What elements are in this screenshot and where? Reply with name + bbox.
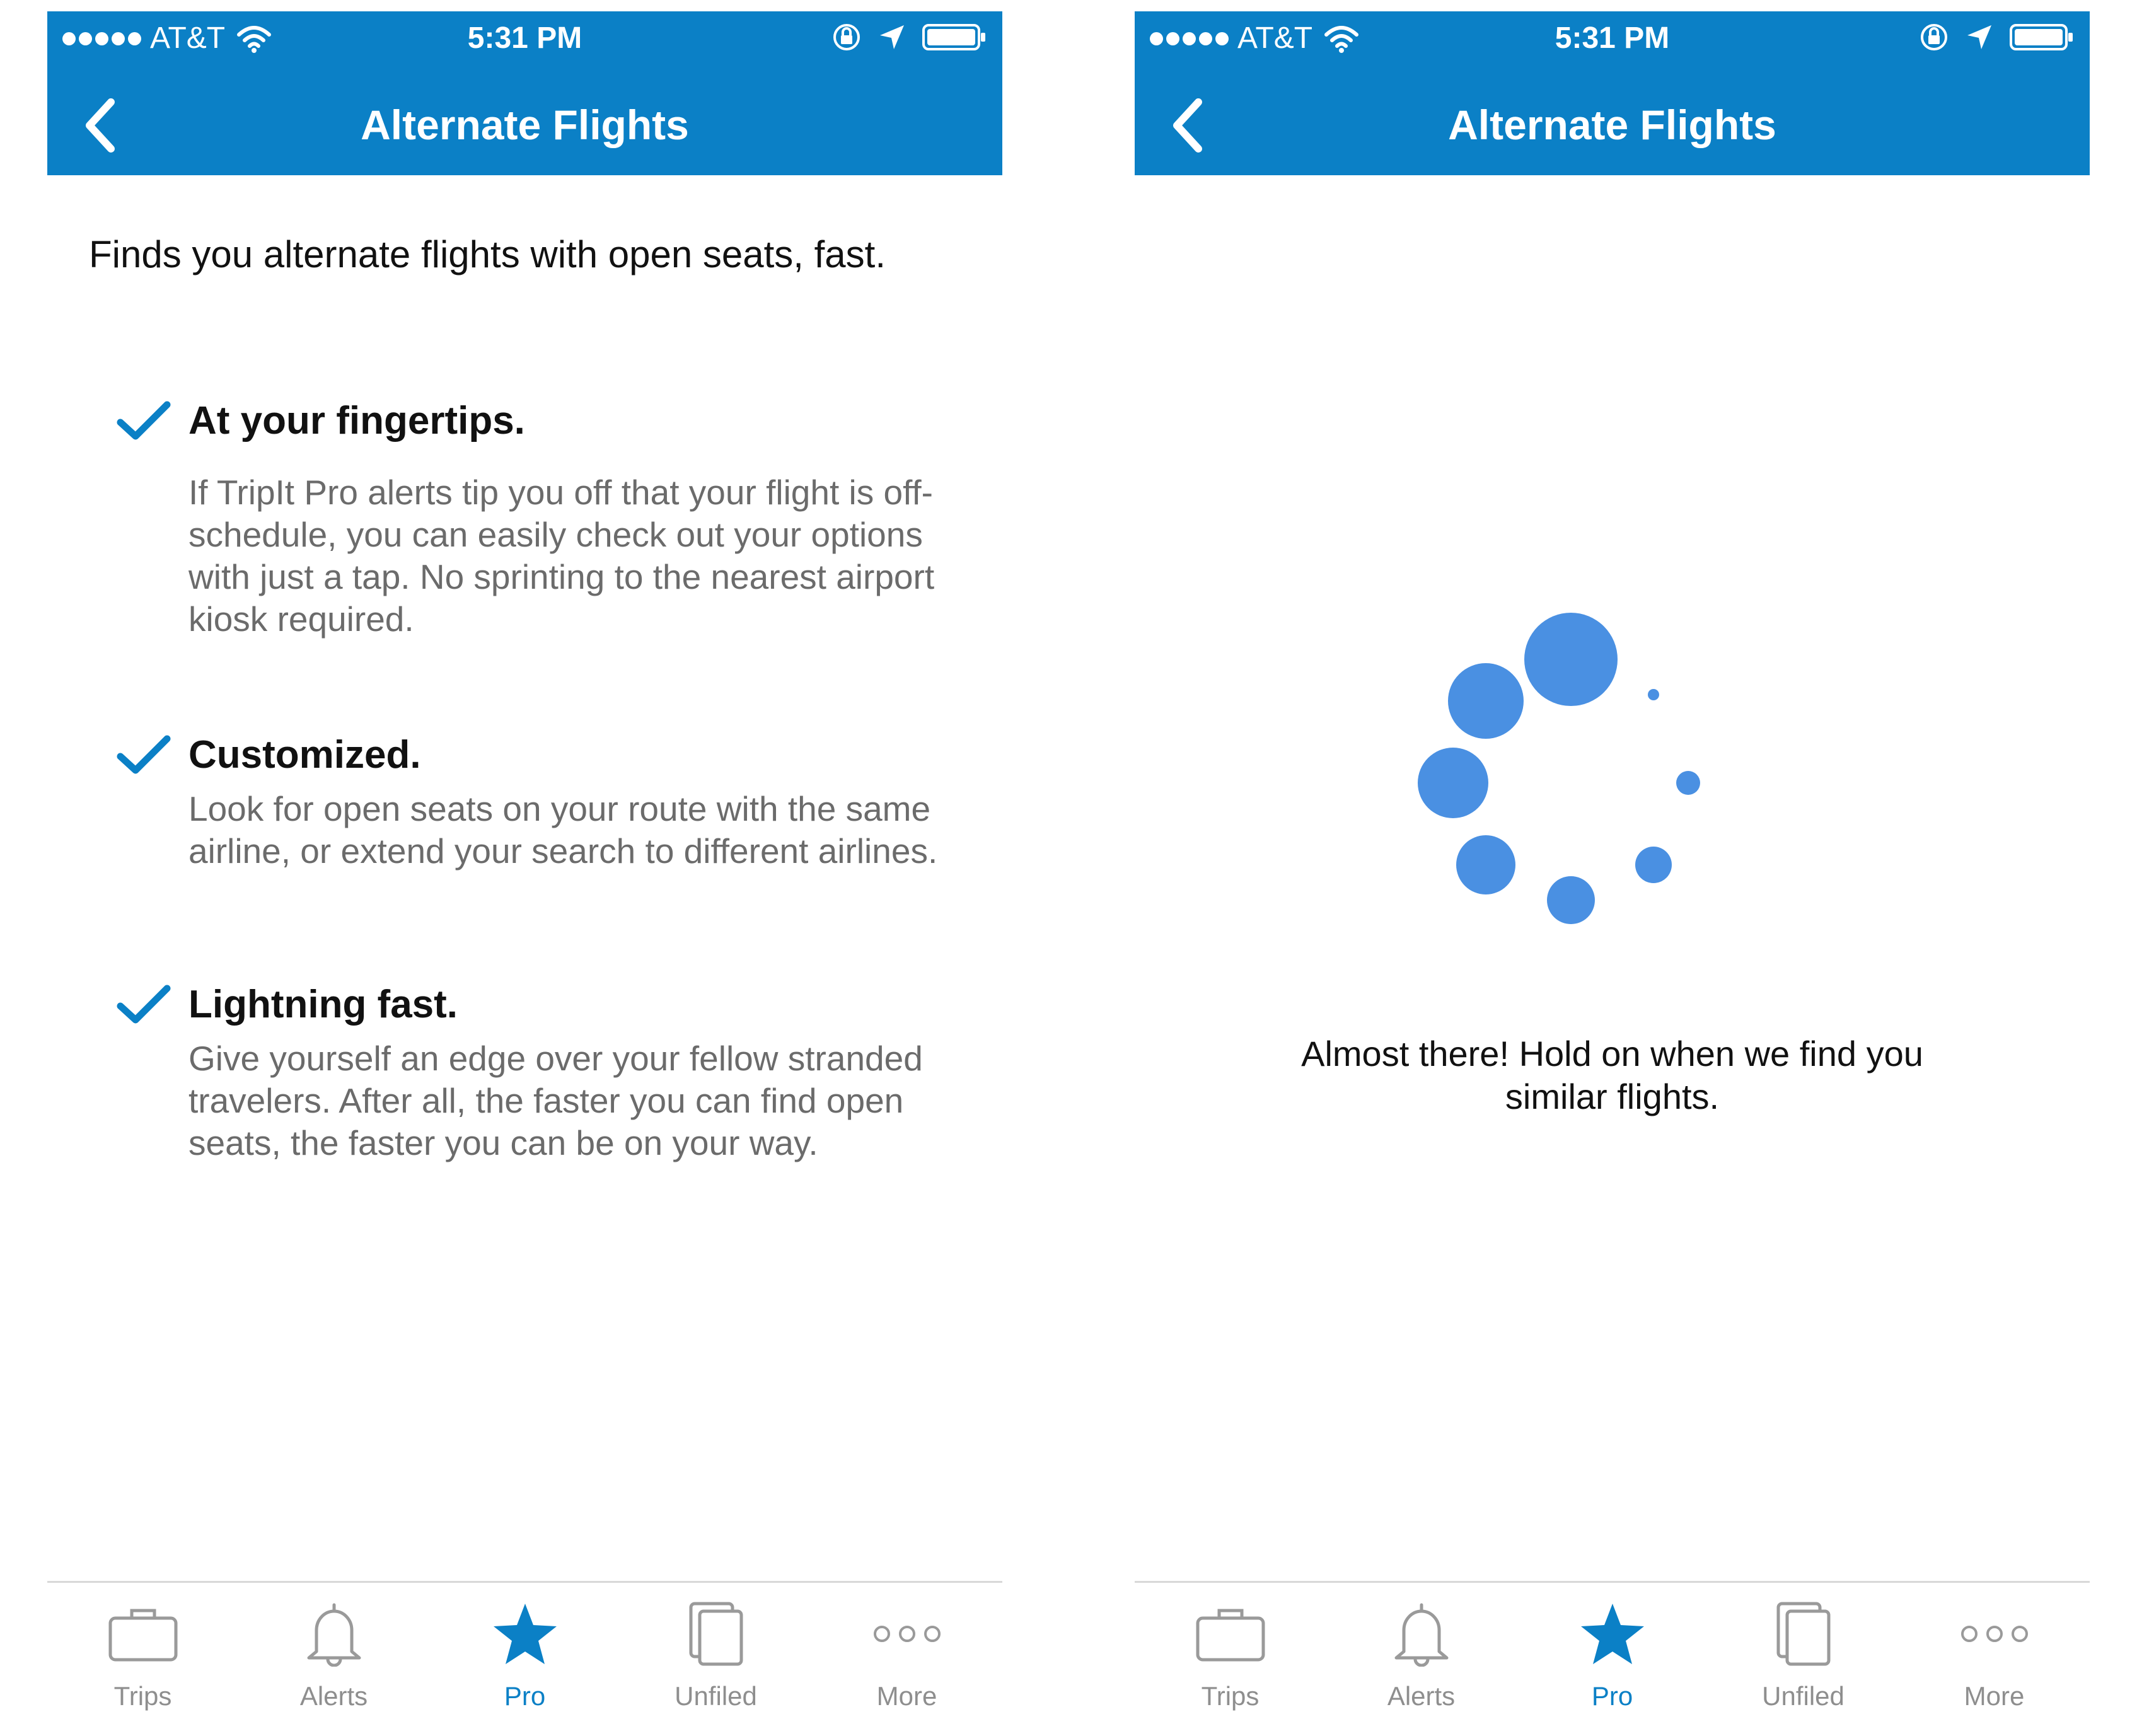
tab-more[interactable]: More <box>811 1583 1002 1736</box>
tab-label: Pro <box>504 1681 546 1711</box>
spinner-dot <box>1448 663 1524 739</box>
documents-icon <box>689 1602 743 1666</box>
tab-label: Trips <box>1201 1681 1260 1711</box>
tab-label: More <box>876 1681 937 1711</box>
tab-label: More <box>1964 1681 2025 1711</box>
tab-pro[interactable]: Pro <box>429 1583 620 1736</box>
checkmark-icon <box>117 401 171 440</box>
spinner-dot <box>1635 847 1672 883</box>
ellipsis-icon <box>873 1626 941 1642</box>
documents-icon <box>1776 1602 1830 1666</box>
tab-trips[interactable]: Trips <box>47 1583 238 1736</box>
spinner-dot <box>1648 689 1659 700</box>
app-header: AT&T 5:31 PM Alternate Flights <box>47 11 1002 175</box>
checkmark-icon <box>117 735 171 774</box>
feature-title: Lightning fast. <box>188 983 458 1026</box>
page-title: Alternate Flights <box>1448 101 1776 148</box>
app-header: AT&T 5:31 PM Alternate Flights <box>1135 11 2090 175</box>
briefcase-icon <box>1196 1609 1265 1662</box>
spinner-dot <box>1524 613 1618 706</box>
navigation-bar: Alternate Flights <box>1135 64 2090 175</box>
feature-description: If TripIt Pro alerts tip you off that yo… <box>188 473 935 639</box>
feature-item: At your fingertips. If TripIt Pro alerts… <box>117 396 987 640</box>
tab-label: Pro <box>1591 1681 1633 1711</box>
loading-message: Almost there! Hold on when we find you s… <box>1135 1033 2090 1118</box>
location-arrow-icon <box>1967 25 1991 49</box>
checkmark-icon <box>117 985 171 1024</box>
tab-bar: Trips Alerts Pro Unfiled More <box>1135 1581 2090 1736</box>
tab-label: Trips <box>113 1681 172 1711</box>
tab-alerts[interactable]: Alerts <box>238 1583 429 1736</box>
loading-spinner-icon <box>1418 613 1700 924</box>
spinner-dot <box>1418 748 1488 818</box>
screenshot-composite: AT&T 5:31 PM Alternate Flights Finds you… <box>0 0 2137 1736</box>
spinner-dot <box>1547 876 1595 924</box>
rotation-lock-icon <box>1921 24 1947 50</box>
battery-icon <box>922 24 985 50</box>
spinner-dot <box>1456 835 1515 894</box>
tab-label: Alerts <box>299 1681 368 1711</box>
page-title: Alternate Flights <box>361 101 689 148</box>
spinner-dot <box>1676 771 1700 795</box>
feature-title: Customized. <box>188 733 421 777</box>
feature-item: Lightning fast. Give yourself an edge ov… <box>117 980 987 1164</box>
feature-item: Customized. Look for open seats on your … <box>117 730 987 872</box>
phone-screen-info: AT&T 5:31 PM Alternate Flights Finds you… <box>47 11 1002 1736</box>
star-icon <box>493 1604 557 1664</box>
tab-pro[interactable]: Pro <box>1517 1583 1708 1736</box>
ellipsis-icon <box>1960 1626 2028 1642</box>
tab-label: Alerts <box>1387 1681 1456 1711</box>
phone-screen-loading: AT&T 5:31 PM Alternate Flights Almost th… <box>1135 11 2090 1736</box>
tab-trips[interactable]: Trips <box>1135 1583 1326 1736</box>
tab-unfiled[interactable]: Unfiled <box>1708 1583 1899 1736</box>
tab-bar: Trips Alerts Pro Unfiled More <box>47 1581 1002 1736</box>
bell-icon <box>1394 1603 1448 1667</box>
status-bar: AT&T 5:31 PM <box>47 11 1002 64</box>
feature-title: At your fingertips. <box>188 399 525 443</box>
bell-icon <box>307 1603 361 1667</box>
location-arrow-icon <box>880 25 904 49</box>
status-bar: AT&T 5:31 PM <box>1135 11 2090 64</box>
tab-label: Unfiled <box>675 1681 757 1711</box>
navigation-bar: Alternate Flights <box>47 64 1002 175</box>
intro-text: Finds you alternate flights with open se… <box>89 233 886 275</box>
status-right <box>1918 21 2075 53</box>
loading-message-text: Almost there! Hold on when we find you s… <box>1301 1034 1923 1116</box>
tab-more[interactable]: More <box>1899 1583 2090 1736</box>
feature-description: Look for open seats on your route with t… <box>188 789 938 871</box>
tab-label: Unfiled <box>1762 1681 1845 1711</box>
star-icon <box>1580 1604 1644 1664</box>
status-right <box>831 21 987 53</box>
battery-icon <box>2010 24 2073 50</box>
rotation-lock-icon <box>833 24 860 50</box>
tab-unfiled[interactable]: Unfiled <box>620 1583 811 1736</box>
briefcase-icon <box>108 1609 177 1662</box>
feature-description: Give yourself an edge over your fellow s… <box>188 1039 923 1162</box>
tab-alerts[interactable]: Alerts <box>1326 1583 1517 1736</box>
